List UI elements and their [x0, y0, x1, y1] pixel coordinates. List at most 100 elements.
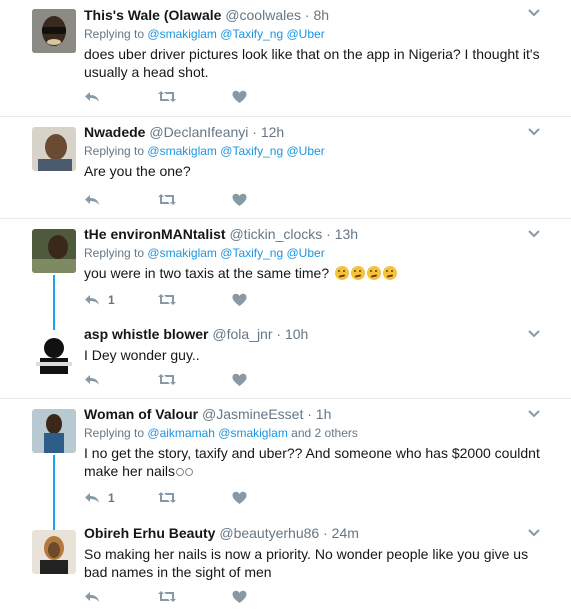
avatar[interactable]	[32, 9, 76, 53]
heart-icon	[232, 590, 247, 603]
replying-label: Replying to	[84, 144, 145, 158]
tweet-header: Woman of Valour @JasmineEsset · 1h	[84, 405, 544, 423]
replying-label: Replying to	[84, 426, 145, 440]
display-name[interactable]: tHe environMANtalist	[84, 226, 226, 242]
mention-link[interactable]: @Uber	[287, 144, 325, 158]
timestamp[interactable]: 10h	[285, 326, 308, 342]
chevron-down-icon[interactable]	[527, 528, 541, 538]
retweet-button[interactable]	[158, 590, 176, 603]
user-handle[interactable]: @beautyerhu86	[219, 525, 319, 541]
like-button[interactable]	[232, 491, 247, 505]
chevron-down-icon[interactable]	[527, 127, 541, 137]
reply-button[interactable]	[84, 373, 108, 387]
avatar[interactable]	[32, 127, 76, 171]
reply-count: 1	[108, 491, 115, 505]
mention-link[interactable]: @smakiglam	[147, 246, 217, 260]
tweet-text-content: I no get the story, taxify and uber?? An…	[84, 445, 540, 479]
mention-link[interactable]: @Uber	[287, 27, 325, 41]
reply-button[interactable]	[84, 90, 108, 104]
avatar[interactable]	[32, 409, 76, 453]
mention-link[interactable]: @aikmamah	[147, 426, 215, 440]
separator-dot: ·	[323, 525, 328, 541]
retweet-button[interactable]	[158, 293, 176, 306]
reply-button[interactable]	[84, 590, 108, 604]
avatar[interactable]	[32, 530, 76, 574]
reply-icon	[85, 295, 99, 305]
chevron-down-icon[interactable]	[527, 409, 541, 419]
avatar[interactable]	[32, 229, 76, 273]
reply-button[interactable]	[84, 193, 108, 207]
tweet-item[interactable]: This's Wale (Olawale @coolwales · 8h Rep…	[0, 0, 571, 117]
timeline-feed: This's Wale (Olawale @coolwales · 8h Rep…	[0, 0, 571, 612]
timestamp[interactable]: 24m	[332, 525, 359, 541]
avatar[interactable]	[32, 330, 76, 374]
display-name[interactable]: Woman of Valour	[84, 406, 198, 422]
display-name[interactable]: This's Wale (Olawale	[84, 7, 221, 23]
replying-label: Replying to	[84, 246, 145, 260]
replying-to: Replying to @smakiglam @Taxify_ng @Uber	[84, 143, 544, 159]
mention-link[interactable]: @Taxify_ng	[220, 144, 283, 158]
user-handle[interactable]: @JasmineEsset	[202, 406, 303, 422]
reply-icon	[85, 493, 99, 503]
tweet-item[interactable]: asp whistle blower @fola_jnr · 10h I Dey…	[0, 319, 571, 399]
user-handle[interactable]: @coolwales	[225, 7, 301, 23]
mention-link[interactable]: @Taxify_ng	[220, 246, 283, 260]
separator-dot: ·	[276, 326, 282, 342]
tweet-header: This's Wale (Olawale @coolwales · 8h	[84, 6, 544, 24]
replying-more-others[interactable]: and 2 others	[291, 426, 358, 440]
separator-dot: ·	[252, 124, 257, 140]
retweet-icon	[158, 492, 176, 503]
tweet-text: So making her nails is now a priority. N…	[84, 546, 529, 580]
like-button[interactable]	[232, 90, 247, 104]
heart-icon	[232, 193, 247, 206]
timestamp[interactable]: 12h	[261, 124, 284, 140]
heart-icon	[232, 293, 247, 306]
like-button[interactable]	[232, 193, 247, 207]
display-name[interactable]: Nwadede	[84, 124, 145, 140]
tweet-header: asp whistle blower @fola_jnr · 10h	[84, 325, 544, 343]
retweet-icon	[158, 294, 176, 305]
mention-link[interactable]: @Taxify_ng	[220, 27, 283, 41]
reply-button[interactable]: 1	[84, 293, 115, 307]
heart-icon	[232, 90, 247, 103]
user-handle[interactable]: @fola_jnr	[212, 326, 272, 342]
separator-dot: ·	[307, 406, 312, 422]
chevron-down-icon[interactable]	[527, 8, 541, 18]
timestamp[interactable]: 13h	[335, 226, 358, 242]
reply-icon	[85, 375, 99, 385]
thinking-face-emoji-icon	[335, 266, 349, 280]
tweet-item[interactable]: Nwadede @DeclanIfeanyi · 12h Replying to…	[0, 117, 571, 218]
mention-link[interactable]: @smakiglam	[147, 144, 217, 158]
heart-icon	[232, 491, 247, 504]
reply-icon	[85, 195, 99, 205]
replying-label: Replying to	[84, 27, 145, 41]
replying-to: Replying to @aikmamah @smakiglam and 2 o…	[84, 425, 544, 441]
display-name[interactable]: asp whistle blower	[84, 326, 208, 342]
like-button[interactable]	[232, 373, 247, 387]
tweet-text: I Dey wonder guy..	[84, 347, 200, 363]
chevron-down-icon[interactable]	[527, 229, 541, 239]
tweet-text: Are you the one?	[84, 163, 191, 179]
retweet-button[interactable]	[158, 373, 176, 386]
mention-link[interactable]: @smakiglam	[147, 27, 217, 41]
user-handle[interactable]: @DeclanIfeanyi	[149, 124, 248, 140]
timestamp[interactable]: 1h	[316, 406, 332, 422]
retweet-button[interactable]	[158, 90, 176, 103]
timestamp[interactable]: 8h	[313, 7, 329, 23]
tweet-header: tHe environMANtalist @tickin_clocks · 13…	[84, 225, 544, 243]
chevron-down-icon[interactable]	[527, 329, 541, 339]
retweet-button[interactable]	[158, 491, 176, 504]
user-handle[interactable]: @tickin_clocks	[229, 226, 322, 242]
retweet-button[interactable]	[158, 193, 176, 206]
tweet-item[interactable]: Obireh Erhu Beauty @beautyerhu86 · 24m S…	[0, 518, 571, 612]
tweet-item[interactable]: Woman of Valour @JasmineEsset · 1h Reply…	[0, 399, 571, 518]
avatar-image	[32, 127, 76, 171]
mention-link[interactable]: @Uber	[287, 246, 325, 260]
reply-button[interactable]: 1	[84, 491, 115, 505]
like-button[interactable]	[232, 590, 247, 604]
mention-link[interactable]: @smakiglam	[218, 426, 288, 440]
like-button[interactable]	[232, 293, 247, 307]
display-name[interactable]: Obireh Erhu Beauty	[84, 525, 215, 541]
retweet-icon	[158, 591, 176, 602]
tweet-item[interactable]: tHe environMANtalist @tickin_clocks · 13…	[0, 219, 571, 319]
